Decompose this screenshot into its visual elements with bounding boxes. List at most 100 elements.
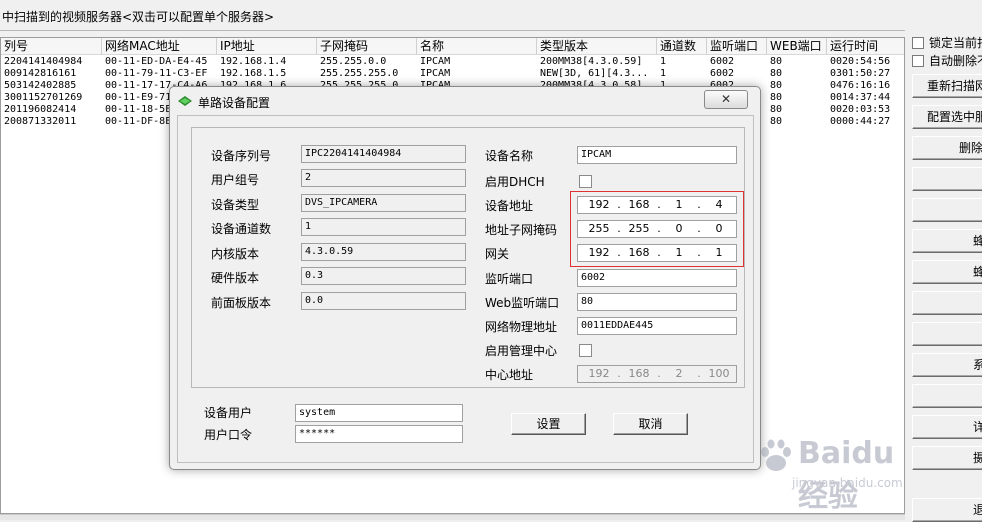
cell-uptime: 0014:37:44	[830, 92, 891, 103]
cancel-button[interactable]: 取消	[613, 413, 688, 435]
cell-channels: 1	[660, 56, 667, 67]
cell-listen-port: 6002	[710, 56, 735, 67]
kernel-version-field: 4.3.0.59	[301, 243, 466, 261]
column-header-channels[interactable]: 通道数	[657, 38, 707, 55]
serial-label: 设备序列号	[211, 149, 272, 163]
hardware-version-label: 硬件版本	[211, 271, 260, 285]
dhcp-checkbox[interactable]	[579, 175, 592, 188]
listen-port-input[interactable]: 6002	[577, 269, 737, 287]
close-icon: ✕	[720, 92, 732, 106]
gateway-label: 网关	[485, 247, 510, 261]
column-header-uptime[interactable]: 运行时间	[827, 38, 904, 55]
user-password-input[interactable]: ******	[295, 425, 463, 443]
column-header-serial[interactable]: 列号	[1, 38, 102, 55]
column-header-type[interactable]: 类型版本	[537, 38, 657, 55]
cell-ip: 192.168.1.5	[220, 68, 287, 79]
cell-serial: 2204141404984	[4, 56, 83, 67]
ip-label: 设备地址	[485, 199, 534, 213]
checkbox-box[interactable]	[912, 55, 924, 67]
watermark-url: jingyan.baidu.com	[792, 476, 903, 490]
config-selected-button[interactable]: 配置选中服	[912, 105, 982, 129]
column-header-ip[interactable]: IP地址	[217, 38, 317, 55]
cell-name: IPCAM	[420, 68, 451, 79]
auto-delete-checkbox[interactable]: 自动删除不	[912, 53, 982, 69]
mac-input[interactable]: 0011EDDAE445	[577, 317, 737, 335]
buzzer-button-1[interactable]: 蜂鸣	[912, 229, 982, 253]
cell-uptime: 0020:03:53	[830, 104, 891, 115]
center-address-input: 192. 168. 2. 100	[577, 365, 737, 383]
cell-uptime: 0476:16:16	[830, 80, 891, 91]
app-icon	[178, 96, 192, 106]
system-button[interactable]: 系统	[912, 353, 982, 377]
column-header-mac[interactable]: 网络MAC地址	[102, 38, 217, 55]
device-name-input[interactable]: IPCAM	[577, 146, 737, 164]
mgmt-center-label: 启用管理中心	[485, 344, 558, 358]
buzzer-button-2[interactable]: 蜂鸣	[912, 260, 982, 284]
status-button-1[interactable]: 状	[912, 167, 982, 191]
mgmt-center-checkbox[interactable]	[579, 344, 592, 357]
cell-serial: 3001152701269	[4, 92, 83, 103]
device-type-label: 设备类型	[211, 198, 260, 212]
delete-selected-button[interactable]: 删除选	[912, 136, 982, 160]
cell-uptime: 0020:54:56	[830, 56, 891, 67]
list-header: 列号 网络MAC地址 IP地址 子网掩码 名称 类型版本 通道数 监听端口 WE…	[1, 38, 904, 55]
cell-mask: 255.255.255.0	[320, 68, 399, 79]
status-button-2[interactable]: 状	[912, 198, 982, 222]
channel-count-field: 1	[301, 218, 466, 236]
video-button[interactable]: 视	[912, 322, 982, 346]
cell-mask: 255.255.0.0	[320, 56, 387, 67]
column-header-web-port[interactable]: WEB端口	[767, 38, 827, 55]
device-name-label: 设备名称	[485, 149, 534, 163]
set-button[interactable]: 设置	[511, 413, 586, 435]
center-octet: 2	[675, 367, 683, 380]
subnet-mask-label: 地址子网掩码	[485, 223, 558, 237]
rescan-button[interactable]: 重新扫描网	[912, 74, 982, 98]
device-type-field: DVS_IPCAMERA	[301, 194, 466, 212]
column-header-mask[interactable]: 子网掩码	[317, 38, 417, 55]
hardware-version-field: 0.3	[301, 267, 466, 285]
mac-label: 网络物理地址	[485, 320, 558, 334]
table-row[interactable]: 009142816161 00-11-79-11-C3-EF 192.168.1…	[1, 68, 904, 80]
dialog-title: 单路设备配置	[198, 96, 271, 110]
cell-web-port: 80	[770, 80, 783, 91]
dhcp-label: 启用DHCH	[485, 175, 545, 189]
cell-web-port: 80	[770, 92, 783, 103]
center-octet: 100	[708, 367, 730, 380]
cell-name: IPCAM	[420, 56, 451, 67]
serial-field: IPC2204141404984	[301, 145, 466, 163]
lock-current-label: 锁定当前扫	[929, 36, 982, 50]
user-password-label: 用户口令	[204, 428, 253, 442]
cell-mac: 00-11-79-11-C3-EF	[105, 68, 208, 79]
cell-serial: 503142402885	[4, 80, 77, 91]
channel-count-label: 设备通道数	[211, 222, 272, 236]
device-config-dialog[interactable]: 单路设备配置 ✕ 设备序列号 IPC2204141404984 用户组号 2 设…	[169, 86, 761, 470]
blank-button[interactable]	[912, 291, 982, 315]
table-row[interactable]: 2204141404984 00-11-ED-DA-E4-45 192.168.…	[1, 56, 904, 68]
device-user-input[interactable]: system	[295, 404, 463, 422]
paw-icon	[761, 439, 791, 471]
baidu-watermark: Baidu 经验 jingyan.baidu.com	[756, 436, 926, 514]
column-header-listen-port[interactable]: 监听端口	[707, 38, 767, 55]
dialog-content: 设备序列号 IPC2204141404984 用户组号 2 设备类型 DVS_I…	[177, 115, 754, 463]
listen-port-label: 监听端口	[485, 272, 534, 286]
horizontal-scrollbar[interactable]	[0, 514, 905, 520]
cell-type: 200MM38[4.3.0.59]	[540, 56, 643, 67]
upgrade-button[interactable]: 升	[912, 384, 982, 408]
cell-web-port: 80	[770, 104, 783, 115]
group-separator	[0, 30, 905, 31]
device-user-label: 设备用户	[204, 406, 253, 420]
user-group-label: 用户组号	[211, 173, 260, 187]
cell-channels: 1	[660, 68, 667, 79]
group-title: 中扫描到的视频服务器<双击可以配置单个服务器>	[0, 8, 277, 26]
kernel-version-label: 内核版本	[211, 247, 260, 261]
panel-version-label: 前面板版本	[211, 296, 272, 310]
column-header-name[interactable]: 名称	[417, 38, 537, 55]
cell-serial: 009142816161	[4, 68, 77, 79]
lock-current-checkbox[interactable]: 锁定当前扫	[912, 35, 982, 51]
cell-web-port: 80	[770, 56, 783, 67]
checkbox-box[interactable]	[912, 37, 924, 49]
web-port-input[interactable]: 80	[577, 293, 737, 311]
dialog-titlebar[interactable]: 单路设备配置 ✕	[170, 87, 760, 115]
cell-mac: 00-11-ED-DA-E4-45	[105, 56, 208, 67]
close-button[interactable]: ✕	[704, 90, 748, 109]
